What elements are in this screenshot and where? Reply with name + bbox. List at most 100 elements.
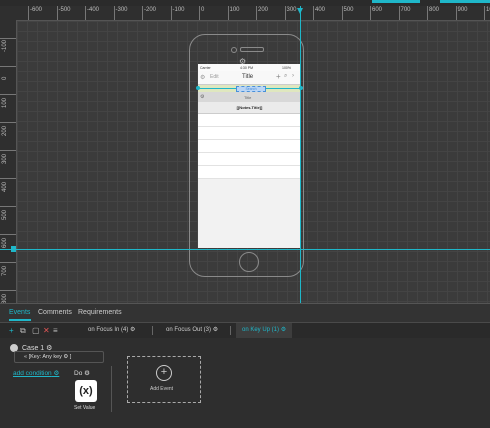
delete-icon[interactable]: ✕ [43,326,50,335]
ruler-tick [484,6,485,20]
guide-marker[interactable] [11,246,16,252]
carrier-label: Carrier [200,66,211,70]
plus-icon[interactable]: + [276,72,281,81]
nav-edit-button[interactable]: Edit [210,74,219,80]
case-condition[interactable]: « [Key: Any key ⚙ ] [24,354,71,360]
ruler-label: 600 [372,7,383,13]
gear-icon[interactable]: ⚙ [200,94,204,100]
ruler-tick [113,6,115,20]
tab-on-focus-in[interactable]: on Focus In (4) ⚙ [82,323,141,338]
gear-icon[interactable]: ⚙ [53,370,59,377]
ruler-tick [0,290,16,291]
phone-camera [231,47,237,53]
list-item[interactable] [198,140,301,153]
ruler-tick [0,150,16,151]
gear-icon[interactable]: ⚙ [130,327,135,333]
active-doc-indicator [372,0,420,3]
ruler-label: 800 [429,7,440,13]
add-condition-label: add condition [13,370,52,377]
add-icon[interactable]: + [9,326,14,335]
tab-events[interactable]: Events [9,309,30,316]
active-doc-indicator [440,0,490,3]
ruler-label: -200 [144,7,157,13]
tab-on-focus-out[interactable]: on Focus Out (3) ⚙ [160,323,224,338]
ruler-tick [0,38,16,39]
ruler-tick [256,6,257,20]
ruler-tick [199,6,200,20]
ruler-label: 200 [2,125,8,136]
do-text: Do [74,370,83,377]
ruler-tick [398,6,400,20]
menu-icon[interactable]: ≡ [53,326,58,335]
ruler-tick [0,94,16,95]
ruler-label: -100 [172,7,185,13]
ruler-tick [0,234,16,235]
tab-comments[interactable]: Comments [38,309,72,316]
do-label: Do ⚙ [74,369,90,377]
tab-separator [230,326,231,335]
phone-speaker [240,47,264,52]
ruler-label: 200 [258,7,269,13]
ruler-label: -300 [115,7,128,13]
vertical-guide[interactable] [300,6,301,303]
ruler-label: 100 [229,7,240,13]
ruler-label: -100 [2,39,8,52]
ruler-label: -500 [58,7,71,13]
search-row[interactable]: Search [196,85,303,92]
divider [111,366,112,412]
header-label: Title [244,95,252,100]
tab-separator [152,326,153,335]
gear-icon[interactable]: ⚙ [84,370,90,377]
tab-requirements[interactable]: Requirements [78,309,122,316]
paste-icon[interactable]: ▢ [32,326,40,335]
gear-icon[interactable]: ⚙ [281,327,286,333]
ruler-label: 500 [343,7,354,13]
ruler-label: 700 [400,7,411,13]
ruler-tick [427,6,428,20]
list-item[interactable] [198,114,301,127]
selection-handle[interactable] [196,86,200,90]
event-tab-label: on Focus Out (3) [166,327,212,333]
ruler-label: 0 [201,7,205,13]
ruler-label: 400 [2,181,8,192]
status-bar: Carrier 4:30 PM 100% [198,64,301,71]
tab-on-key-up[interactable]: on Key Up (1) ⚙ [236,323,293,338]
vertical-ruler[interactable]: -100 0 100 200 300 400 500 600 700 800 [0,20,17,304]
ruler-tick [170,6,172,20]
ruler-tick [85,6,86,20]
list-item[interactable] [198,153,301,166]
ruler-tick [28,6,29,20]
ruler-label: 500 [2,209,8,220]
list-item[interactable] [198,166,301,179]
ruler-tick [370,6,371,20]
ruler-label: -400 [87,7,100,13]
ruler-label: 300 [2,153,8,164]
add-condition-link[interactable]: add condition ⚙ [13,369,59,377]
repeater-title[interactable]: [[Notes.Title]] [198,102,301,114]
ruler-tick [0,206,16,207]
search-icon[interactable]: ⌕ [284,73,287,80]
phone-home-button [239,252,259,272]
horizontal-ruler[interactable]: -600 -500 -400 -300 -200 -100 0 100 200 300 400 500… [0,6,490,21]
copy-icon[interactable]: ⧉ [20,326,26,336]
gear-icon[interactable]: ⚙ [213,327,218,333]
phone-screen[interactable]: Carrier 4:30 PM 100% ⚙ Edit Title + ⌕ › … [196,64,303,248]
chevron-right-icon[interactable]: › [292,73,294,79]
ruler-tick [0,262,16,263]
battery-label: 100% [282,66,291,70]
nav-bar: ⚙ Edit Title + ⌕ › [198,71,301,85]
panel-tabs: Events Comments Requirements [0,304,490,323]
list-item[interactable] [198,127,301,140]
ruler-label: 400 [315,7,326,13]
ruler-tick [284,6,286,20]
ruler-label: 300 [286,7,297,13]
gear-icon[interactable]: ⚙ [200,74,205,81]
set-value-action[interactable]: (x) [75,380,97,402]
ruler-tick [341,6,343,20]
event-tab-label: on Focus In (4) [88,327,129,333]
ruler-label: 700 [2,265,8,276]
horizontal-guide[interactable] [0,249,490,250]
ruler-tick [0,178,16,179]
add-event-button[interactable]: + [156,365,172,381]
ruler-tick [142,6,143,20]
